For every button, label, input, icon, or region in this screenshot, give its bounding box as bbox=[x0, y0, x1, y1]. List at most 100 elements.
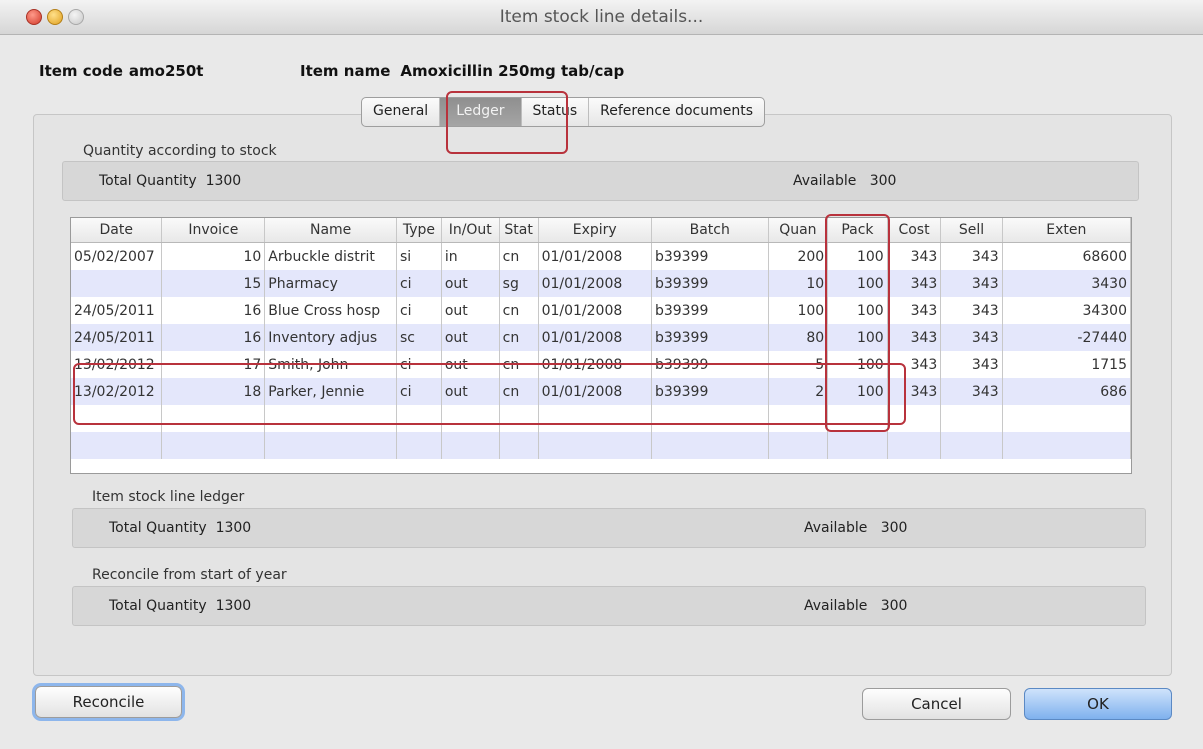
table-row[interactable]: 24/05/2011 16 Inventory adjus sc out cn 01/01/… bbox=[71, 324, 1131, 351]
table-cell bbox=[441, 405, 500, 432]
reconcile-total-label: Total Quantity 1300 bbox=[109, 598, 251, 614]
table-cell: b39399 bbox=[651, 324, 769, 351]
column-header[interactable]: Cost bbox=[887, 218, 942, 243]
table-cell: 343 bbox=[940, 351, 1003, 378]
ledger-total-caption: Total Quantity bbox=[109, 520, 207, 536]
table-cell: 343 bbox=[887, 378, 942, 405]
table-cell: 200 bbox=[768, 242, 829, 270]
stock-line-ledger-label: Item stock line ledger bbox=[92, 489, 245, 505]
tab-reference-documents[interactable]: Reference documents bbox=[589, 98, 764, 126]
column-header[interactable]: In/Out bbox=[441, 218, 500, 243]
table-cell: 13/02/2012 bbox=[71, 351, 163, 378]
stock-total-value: 1300 bbox=[205, 173, 242, 189]
column-header[interactable]: Name bbox=[264, 218, 397, 243]
table-cell bbox=[651, 405, 769, 432]
table-cell: 68600 bbox=[1002, 242, 1131, 270]
table-row[interactable] bbox=[71, 405, 1131, 432]
table-cell: 100 bbox=[768, 297, 829, 324]
stock-available-value: 300 bbox=[869, 173, 897, 189]
column-header[interactable]: Exten bbox=[1002, 218, 1131, 243]
table-cell bbox=[71, 432, 163, 459]
ledger-total-value: 1300 bbox=[215, 520, 252, 536]
table-cell bbox=[396, 405, 442, 432]
item-name-label: Item name Amoxicillin 250mg tab/cap bbox=[300, 62, 624, 80]
column-header[interactable]: Pack bbox=[827, 218, 888, 243]
column-header[interactable]: Stat bbox=[499, 218, 539, 243]
table-cell bbox=[827, 405, 888, 432]
table-row[interactable]: 24/05/2011 16 Blue Cross hosp ci out cn 01/01/… bbox=[71, 297, 1131, 324]
stock-total-label: Total Quantity 1300 bbox=[99, 173, 241, 189]
cancel-button[interactable]: Cancel bbox=[862, 688, 1011, 720]
table-row[interactable] bbox=[71, 432, 1131, 459]
item-code-value: amo250t bbox=[128, 62, 204, 80]
table-cell bbox=[1002, 432, 1131, 459]
column-header[interactable]: Expiry bbox=[538, 218, 652, 243]
column-header[interactable]: Sell bbox=[940, 218, 1003, 243]
table-cell: b39399 bbox=[651, 297, 769, 324]
column-header[interactable]: Date bbox=[71, 218, 163, 243]
table-cell: 343 bbox=[887, 351, 942, 378]
table-cell: 80 bbox=[768, 324, 829, 351]
ledger-available-caption: Available bbox=[804, 520, 868, 536]
table-cell: 343 bbox=[940, 378, 1003, 405]
table-cell bbox=[651, 432, 769, 459]
table-cell: ci bbox=[396, 378, 442, 405]
column-header[interactable]: Type bbox=[396, 218, 442, 243]
table-cell: 100 bbox=[827, 270, 888, 297]
reconcile-year-box: Total Quantity 1300 Available 300 bbox=[72, 586, 1146, 626]
tab-general[interactable]: General bbox=[362, 98, 441, 126]
title-bar: Item stock line details... bbox=[0, 0, 1203, 35]
table-cell: 01/01/2008 bbox=[538, 242, 652, 270]
table-cell: 100 bbox=[827, 351, 888, 378]
table-cell: 100 bbox=[827, 378, 888, 405]
ledger-table[interactable]: Date Invoice Name Type In/Out Stat Expir… bbox=[70, 217, 1132, 474]
tab-ledger[interactable]: Ledger bbox=[440, 98, 522, 126]
table-cell bbox=[71, 405, 163, 432]
table-row[interactable]: 05/02/2007 10 Arbuckle distrit si in cn 01/01/… bbox=[71, 242, 1131, 270]
table-cell: out bbox=[441, 270, 500, 297]
table-cell: b39399 bbox=[651, 242, 769, 270]
table-cell bbox=[940, 405, 1003, 432]
table-row[interactable]: 15 Pharmacy ci out sg 01/01/2008 b39399 10 100 34… bbox=[71, 270, 1131, 297]
table-cell: 17 bbox=[161, 351, 266, 378]
table-cell bbox=[768, 405, 829, 432]
table-cell: 16 bbox=[161, 297, 266, 324]
stock-quantity-label: Quantity according to stock bbox=[83, 143, 277, 159]
table-cell bbox=[538, 432, 652, 459]
table-cell bbox=[887, 405, 942, 432]
item-name-value: Amoxicillin 250mg tab/cap bbox=[400, 62, 625, 80]
column-header[interactable]: Batch bbox=[651, 218, 769, 243]
table-cell: in bbox=[441, 242, 500, 270]
tab-status[interactable]: Status bbox=[522, 98, 590, 126]
table-header-row: Date Invoice Name Type In/Out Stat Expir… bbox=[71, 218, 1131, 243]
table-cell bbox=[264, 405, 397, 432]
table-cell bbox=[441, 432, 500, 459]
table-cell: Arbuckle distrit bbox=[264, 242, 397, 270]
table-cell: Parker, Jennie bbox=[264, 378, 397, 405]
table-cell: 1715 bbox=[1002, 351, 1131, 378]
table-cell bbox=[499, 405, 539, 432]
column-header[interactable]: Invoice bbox=[161, 218, 266, 243]
table-cell bbox=[940, 432, 1003, 459]
table-cell: 3430 bbox=[1002, 270, 1131, 297]
reconcile-total-caption: Total Quantity bbox=[109, 598, 207, 614]
table-cell: out bbox=[441, 297, 500, 324]
table-cell: out bbox=[441, 324, 500, 351]
table-row[interactable]: 13/02/2012 17 Smith, John ci out cn 01/01/2008… bbox=[71, 351, 1131, 378]
ok-button[interactable]: OK bbox=[1024, 688, 1172, 720]
table-cell: sg bbox=[499, 270, 539, 297]
table-cell: 15 bbox=[161, 270, 266, 297]
stock-total-caption: Total Quantity bbox=[99, 173, 197, 189]
table-cell bbox=[1002, 405, 1131, 432]
column-header[interactable]: Quan bbox=[768, 218, 829, 243]
ledger-total-label: Total Quantity 1300 bbox=[109, 520, 251, 536]
table-cell: out bbox=[441, 351, 500, 378]
table-cell: 01/01/2008 bbox=[538, 351, 652, 378]
table-cell: 01/01/2008 bbox=[538, 378, 652, 405]
table-cell bbox=[161, 432, 266, 459]
reconcile-button[interactable]: Reconcile bbox=[35, 686, 182, 718]
table-cell: 10 bbox=[768, 270, 829, 297]
tab-bar: General Ledger Status Reference document… bbox=[361, 97, 766, 127]
table-cell bbox=[396, 432, 442, 459]
table-row[interactable]: 13/02/2012 18 Parker, Jennie ci out cn 01/01/2… bbox=[71, 378, 1131, 405]
